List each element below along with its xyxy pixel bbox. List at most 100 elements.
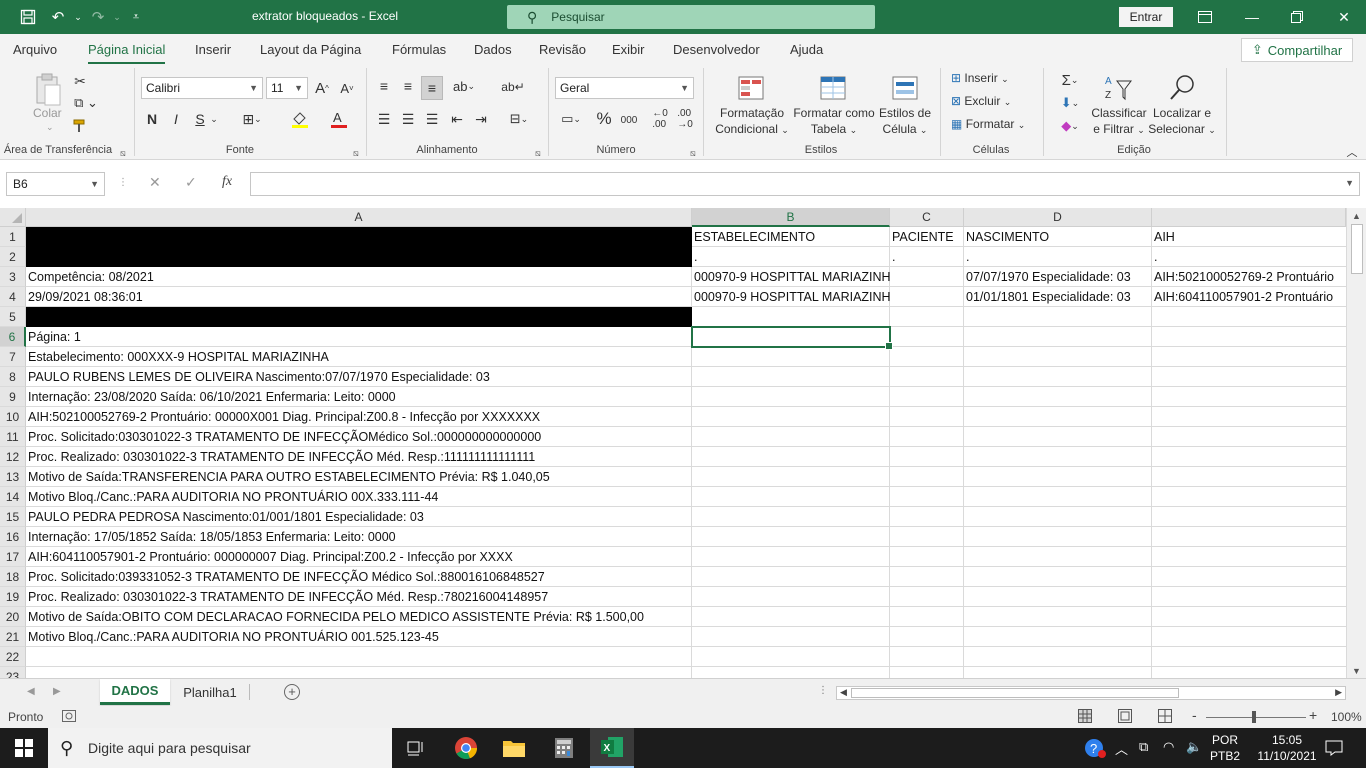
column-header-c[interactable]: C: [890, 208, 964, 227]
name-box[interactable]: B6 ▼: [6, 172, 105, 196]
tab-ajuda[interactable]: Ajuda: [790, 42, 823, 57]
cell-a18[interactable]: Proc. Solicitado:039331052-3 TRATAMENTO …: [26, 567, 692, 587]
cell-c1[interactable]: PACIENTE: [890, 227, 964, 247]
cell-a3[interactable]: Competência: 08/2021: [26, 267, 692, 287]
cell-a17[interactable]: AIH:604110057901-2 Prontuário: 000000007…: [26, 547, 692, 567]
find-select-button[interactable]: Localizar e Selecionar ⌄: [1146, 105, 1218, 138]
customize-toolbar-icon[interactable]: ⩡: [125, 7, 147, 27]
tab-layout[interactable]: Layout da Página: [260, 42, 361, 57]
add-sheet-icon[interactable]: +: [284, 684, 300, 700]
comma-style-icon[interactable]: 000: [618, 110, 640, 130]
help-icon[interactable]: ?: [1078, 728, 1112, 768]
row-header[interactable]: 15: [0, 507, 26, 527]
decrease-indent-icon[interactable]: ⇤: [448, 109, 466, 129]
format-as-table-icon[interactable]: [818, 72, 848, 104]
align-right-icon[interactable]: ☰: [423, 109, 441, 129]
row-header[interactable]: 21: [0, 627, 26, 647]
notifications-icon[interactable]: [1314, 728, 1354, 768]
row-header[interactable]: 10: [0, 407, 26, 427]
row-header[interactable]: 9: [0, 387, 26, 407]
insert-function-icon[interactable]: fx: [222, 174, 232, 190]
delete-cells-button[interactable]: ⊠ Excluir ⌄: [951, 94, 1011, 108]
tab-exibir[interactable]: Exibir: [612, 42, 645, 57]
number-launcher-icon[interactable]: ⧅: [690, 148, 696, 159]
font-size-select[interactable]: 11 ▼: [266, 77, 308, 99]
increase-font-icon[interactable]: A ^: [313, 78, 331, 98]
scroll-left-icon[interactable]: ◀: [840, 687, 847, 698]
scroll-down-icon[interactable]: ▼: [1352, 666, 1361, 676]
insert-cells-button[interactable]: ⊞ Inserir ⌄: [951, 71, 1009, 85]
row-header[interactable]: 16: [0, 527, 26, 547]
cell-c2[interactable]: .: [890, 247, 964, 267]
tab-revisao[interactable]: Revisão: [539, 42, 586, 57]
orientation-icon[interactable]: ab ⌄: [450, 76, 478, 96]
active-cell[interactable]: [691, 326, 893, 350]
cell-b4[interactable]: 000970-9 HOSPITTAL MARIAZINHA: [692, 287, 890, 307]
scroll-up-icon[interactable]: ▲: [1352, 211, 1361, 221]
percent-style-icon[interactable]: %: [594, 109, 614, 129]
input-language[interactable]: POR PTB2: [1206, 732, 1244, 764]
row-header[interactable]: 1: [0, 227, 26, 247]
cell-e3[interactable]: AIH:502100052769-2 Prontuário: [1152, 267, 1346, 287]
format-painter-icon[interactable]: [71, 117, 89, 135]
cell-a6[interactable]: Página: 1: [26, 327, 692, 347]
cell-e2[interactable]: .: [1152, 247, 1346, 267]
cell-a15[interactable]: PAULO PEDRA PEDROSA Nascimento:01/001/18…: [26, 507, 692, 527]
next-sheet-icon[interactable]: ▶: [53, 686, 61, 697]
tab-desenvolvedor[interactable]: Desenvolvedor: [673, 42, 760, 57]
conditional-formatting-icon[interactable]: [736, 72, 766, 104]
format-cells-button[interactable]: ▦ Formatar ⌄: [951, 117, 1025, 131]
tab-split-handle-icon[interactable]: ⋮: [818, 685, 828, 696]
prev-sheet-icon[interactable]: ◀: [27, 686, 35, 697]
cancel-icon[interactable]: ✕: [149, 174, 161, 191]
scroll-thumb[interactable]: [851, 688, 1179, 698]
scroll-thumb[interactable]: [1351, 224, 1363, 274]
system-clock[interactable]: 15:05 11/10/2021: [1254, 732, 1320, 764]
zoom-slider[interactable]: [1206, 717, 1306, 718]
signin-button[interactable]: Entrar: [1119, 7, 1173, 27]
column-header-d[interactable]: D: [964, 208, 1152, 227]
excel-taskbar-icon[interactable]: X: [590, 728, 634, 768]
row-header[interactable]: 13: [0, 467, 26, 487]
windows-start-icon[interactable]: [2, 728, 46, 768]
clear-icon[interactable]: ◆ ⌄: [1055, 116, 1085, 136]
cell-a14[interactable]: Motivo Bloq./Canc.:PARA AUDITORIA NO PRO…: [26, 487, 692, 507]
cell-b3[interactable]: 000970-9 HOSPITTAL MARIAZINHA: [692, 267, 890, 287]
cell-a7[interactable]: Estabelecimento: 000XXX-9 HOSPITAL MARIA…: [26, 347, 692, 367]
file-explorer-icon[interactable]: [492, 728, 536, 768]
undo-icon[interactable]: ↶: [47, 7, 69, 27]
column-header-a[interactable]: A: [26, 208, 692, 227]
cell-a16[interactable]: Internação: 17/05/1852 Saída: 18/05/1853…: [26, 527, 692, 547]
alignment-launcher-icon[interactable]: ⧅: [535, 148, 541, 159]
formula-input[interactable]: ▼: [250, 172, 1360, 196]
row-header[interactable]: 19: [0, 587, 26, 607]
row-header[interactable]: 6: [0, 327, 26, 347]
format-as-table-button[interactable]: Formatar como Tabela ⌄: [792, 105, 876, 138]
task-view-icon[interactable]: [394, 728, 438, 768]
clipboard-launcher-icon[interactable]: ⧅: [120, 148, 126, 159]
cell-a4[interactable]: 29/09/2021 08:36:01: [26, 287, 692, 307]
search-box[interactable]: ⚲ Pesquisar: [507, 5, 875, 29]
fill-color-icon[interactable]: [284, 109, 316, 129]
show-hidden-icons[interactable]: ︿: [1115, 739, 1128, 758]
row-header[interactable]: 14: [0, 487, 26, 507]
column-header-e[interactable]: [1152, 208, 1346, 227]
ribbon-display-icon[interactable]: [1193, 7, 1217, 27]
tab-formulas[interactable]: Fórmulas: [392, 42, 446, 57]
cell-e1[interactable]: AIH: [1152, 227, 1346, 247]
cell-styles-button[interactable]: Estilos de Célula ⌄: [874, 105, 936, 138]
cell-styles-icon[interactable]: [890, 72, 920, 104]
share-button[interactable]: ⇪ Compartilhar: [1241, 38, 1353, 62]
decrease-decimal-icon[interactable]: .00 →0: [674, 108, 696, 130]
normal-view-icon[interactable]: [1078, 709, 1092, 726]
tab-inserir[interactable]: Inserir: [195, 42, 231, 57]
italic-button[interactable]: I: [168, 109, 184, 129]
tab-dados[interactable]: Dados: [474, 42, 512, 57]
cell-b2[interactable]: .: [692, 247, 890, 267]
increase-decimal-icon[interactable]: ←0.00: [649, 108, 671, 130]
row-header[interactable]: 22: [0, 647, 26, 667]
calculator-icon[interactable]: [542, 728, 586, 768]
worksheet-grid[interactable]: A B C D 1 2 3 4 5 6 7 8 9 10 11 12 13 14 15 16 17 18 19 20 2…: [0, 208, 1366, 678]
cell-a19[interactable]: Proc. Realizado: 030301022-3 TRATAMENTO …: [26, 587, 692, 607]
undo-dropdown-icon[interactable]: ⌄: [67, 7, 89, 27]
